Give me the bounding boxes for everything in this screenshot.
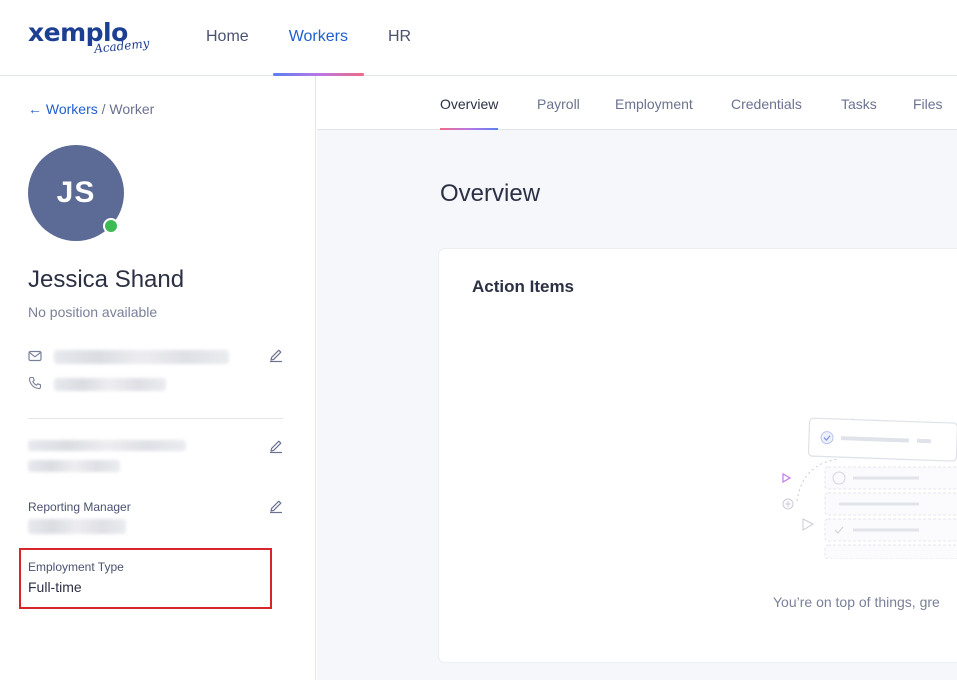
nav-item-workers[interactable]: Workers [272, 0, 365, 76]
edit-reporting-manager-icon[interactable] [268, 498, 284, 514]
main-nav: Home Workers HR [190, 0, 435, 76]
phone-icon [28, 376, 42, 390]
breadcrumb: ← Workers / Worker [28, 101, 154, 117]
employment-type-value: Full-time [28, 579, 82, 595]
email-value-redacted [54, 350, 229, 364]
worker-position: No position available [28, 304, 158, 320]
phone-value-redacted [54, 378, 166, 391]
top-navigation-bar: xemplo Academy Home Workers HR [0, 0, 957, 76]
remuneration-label-redacted [28, 440, 186, 451]
empty-state-message: You’re on top of things, gre [773, 594, 940, 610]
main-content: Overview Payroll Employment Credentials … [317, 76, 957, 680]
edit-remuneration-icon[interactable] [268, 438, 284, 454]
arrow-left-icon: ← [28, 101, 42, 117]
breadcrumb-current: Worker [109, 101, 155, 117]
breadcrumb-parent: Workers [45, 101, 98, 117]
card-title: Action Items [472, 277, 575, 296]
worker-tabs: Overview Payroll Employment Credentials … [317, 76, 957, 130]
mail-icon [28, 350, 42, 362]
tab-files[interactable]: Files [913, 76, 943, 130]
tab-payroll[interactable]: Payroll [537, 76, 580, 130]
tab-tasks[interactable]: Tasks [841, 76, 877, 130]
breadcrumb-separator: / [101, 101, 106, 117]
reporting-manager-label: Reporting Manager [28, 500, 131, 514]
nav-item-hr[interactable]: HR [372, 0, 427, 76]
tab-employment[interactable]: Employment [615, 76, 693, 130]
online-status-indicator [103, 218, 119, 234]
xemplo-academy-logo[interactable]: xemplo Academy [28, 18, 158, 58]
breadcrumb-back-link[interactable]: ← Workers [28, 101, 98, 117]
remuneration-value-redacted [28, 460, 120, 472]
page-title: Overview [440, 180, 541, 207]
worker-name: Jessica Shand [28, 266, 185, 293]
reporting-manager-value-redacted [28, 519, 126, 534]
worker-profile-sidebar: ← Workers / Worker JS Jessica Shand No p… [0, 76, 316, 680]
tab-credentials[interactable]: Credentials [731, 76, 802, 130]
nav-item-home[interactable]: Home [190, 0, 265, 76]
tab-overview[interactable]: Overview [440, 76, 499, 130]
edit-contact-icon[interactable] [268, 347, 284, 363]
empty-state-illustration [782, 417, 957, 559]
action-items-card: Action Items You’re on top of things, gr… [439, 249, 957, 662]
divider [28, 418, 283, 419]
employment-type-label: Employment Type [28, 560, 124, 574]
